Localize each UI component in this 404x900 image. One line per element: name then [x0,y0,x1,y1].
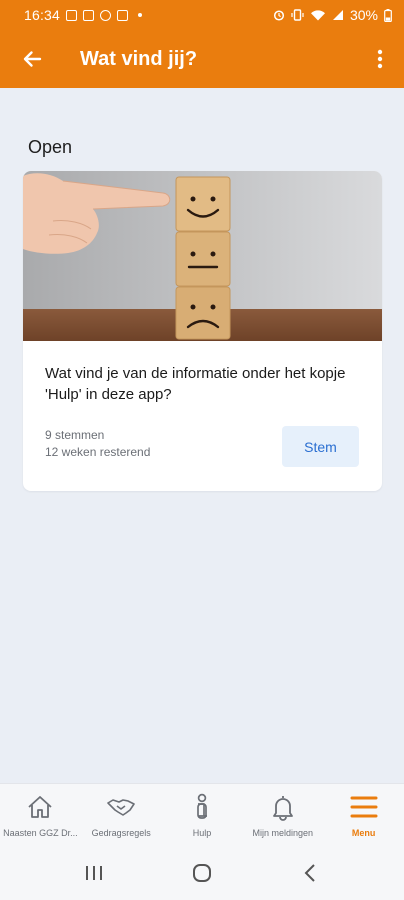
info-icon [197,793,207,819]
poll-image [23,171,382,341]
nav-item-gedragsregels[interactable]: Gedragsregels [81,784,162,846]
vote-button[interactable]: Stem [282,426,359,467]
more-vertical-icon [377,49,383,69]
home-system-button[interactable] [172,853,232,893]
status-left: 16:34 [24,7,143,23]
recent-apps-button[interactable] [64,853,124,893]
vibrate-icon [291,9,304,21]
home-icon [28,796,52,818]
box-app-icon [117,9,129,21]
time-remaining: 12 weken resterend [45,445,151,459]
handshake-icon [107,799,135,816]
nav-item-meldingen[interactable]: Mijn meldingen [242,784,323,846]
more-options-button[interactable] [356,30,404,88]
gallery-icon [66,9,78,21]
back-chevron-icon [304,864,315,882]
back-button[interactable] [0,30,64,88]
bottom-navigation: Naasten GGZ Dr... Gedragsregels Hulp Mij… [0,783,404,846]
nav-label-hulp: Hulp [192,828,212,838]
poll-card[interactable]: Wat vind je van de informatie onder het … [23,171,382,491]
app-bar: Wat vind jij? [0,30,404,88]
home-circle-icon [193,864,211,882]
nav-item-hulp[interactable]: Hulp [162,784,243,846]
battery-icon [384,8,392,22]
wifi-icon [310,10,325,21]
battery-percentage: 30% [349,7,378,23]
vote-count: 9 stemmen [45,428,105,442]
nav-label-meldingen: Mijn meldingen [252,828,314,838]
back-system-button[interactable] [280,853,340,893]
nav-item-home[interactable]: Naasten GGZ Dr... [0,784,81,846]
nav-label-gedragsregels: Gedragsregels [91,828,151,838]
whatsapp-icon [100,9,112,21]
notification-dot-icon [138,13,143,17]
alarm-icon [273,10,285,21]
nav-label-home: Naasten GGZ Dr... [3,828,78,838]
poll-question: Wat vind je van de informatie onder het … [45,365,346,403]
nav-label-menu: Menu [351,828,376,838]
page-title: Wat vind jij? [80,47,198,70]
status-bar: 16:34 30% [0,0,404,30]
signal-icon [332,10,343,20]
status-time: 16:34 [24,7,61,23]
status-right: 30% [273,7,392,23]
gallery-icon [83,9,95,21]
poll-meta: 9 stemmen 12 weken resterend [45,427,150,461]
system-navigation-bar [0,846,404,900]
section-title: Open [28,137,73,157]
menu-icon [350,796,378,818]
recent-apps-icon [86,866,102,880]
nav-item-menu[interactable]: Menu [323,784,404,846]
bell-icon [272,796,293,821]
arrow-left-icon [23,51,42,67]
